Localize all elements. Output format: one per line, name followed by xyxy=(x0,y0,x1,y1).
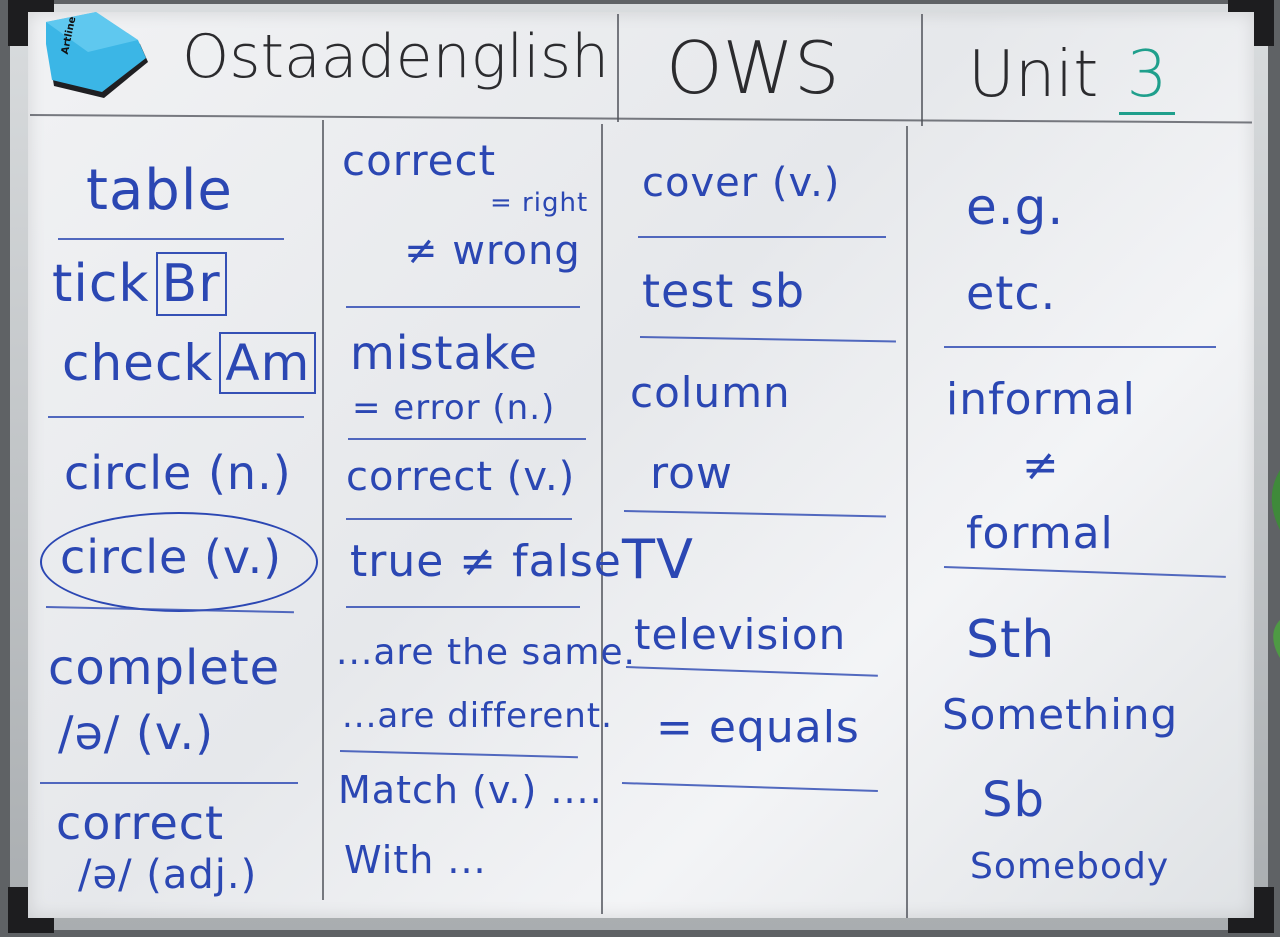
word-error: = error (n.) xyxy=(352,388,556,428)
word-circle-noun: circle (n.) xyxy=(64,446,292,500)
column-divider xyxy=(906,126,908,918)
word-correct-ipa: /ə/ (adj.) xyxy=(78,852,258,898)
phrase-are-the-same: ...are the same. xyxy=(336,632,636,673)
separator xyxy=(346,306,580,308)
separator xyxy=(348,438,586,440)
word-cover: cover (v.) xyxy=(642,160,841,206)
word-tick: tick Br xyxy=(52,252,227,316)
word-circle-verb: circle (v.) xyxy=(60,530,283,584)
word-something: Something xyxy=(942,690,1179,739)
separator xyxy=(40,782,298,784)
header-ows: OWS xyxy=(666,26,840,110)
separator xyxy=(346,518,572,520)
word-correct: correct xyxy=(342,136,497,185)
word-match: Match (v.) .... xyxy=(338,768,603,812)
word-tick-text: tick xyxy=(52,254,150,314)
word-mistake: mistake xyxy=(350,326,539,380)
tag-american: Am xyxy=(219,332,317,394)
header-unit-prefix: Unit xyxy=(968,38,1099,112)
word-complete-ipa: /ə/ (v.) xyxy=(58,706,215,760)
not-equal-sign: ≠ xyxy=(1022,440,1060,491)
tag-british: Br xyxy=(155,252,227,316)
abbr-sb: Sb xyxy=(982,772,1045,828)
word-equals: = equals xyxy=(656,702,860,753)
abbr-sth: Sth xyxy=(966,610,1056,670)
header-site-name: Ostaadenglish xyxy=(182,22,610,92)
separator xyxy=(638,236,886,238)
word-with: With ... xyxy=(344,838,487,882)
word-column: column xyxy=(630,368,791,417)
word-check-text: check xyxy=(62,334,214,392)
word-test-sb: test sb xyxy=(642,264,806,318)
word-wrong: ≠ wrong xyxy=(404,228,581,274)
header-unit-number: 3 xyxy=(1118,38,1176,115)
header-divider xyxy=(921,14,923,126)
word-complete: complete xyxy=(48,640,281,696)
header-divider xyxy=(617,14,619,122)
column-divider xyxy=(322,120,324,900)
word-row: row xyxy=(650,448,734,499)
plant-leaf xyxy=(1271,470,1280,658)
word-formal: formal xyxy=(966,508,1114,559)
word-table: table xyxy=(86,158,233,223)
separator xyxy=(944,346,1216,348)
word-correct-adj: correct xyxy=(56,796,225,850)
abbr-eg: e.g. xyxy=(966,178,1065,236)
word-television: television xyxy=(634,610,847,659)
word-true-false: true ≠ false xyxy=(350,536,622,587)
word-check: check Am xyxy=(62,332,317,394)
word-tv: TV xyxy=(622,528,694,591)
separator xyxy=(48,416,304,418)
header-unit: Unit 3 xyxy=(968,38,1176,115)
separator xyxy=(346,606,580,608)
phrase-are-different: ...are different. xyxy=(342,696,613,736)
eraser-icon xyxy=(46,12,148,98)
abbr-etc: etc. xyxy=(966,266,1057,320)
word-right: = right xyxy=(490,188,589,218)
word-somebody: Somebody xyxy=(970,846,1170,887)
word-correct-verb: correct (v.) xyxy=(346,454,576,500)
word-informal: informal xyxy=(946,374,1136,425)
separator xyxy=(58,238,284,240)
